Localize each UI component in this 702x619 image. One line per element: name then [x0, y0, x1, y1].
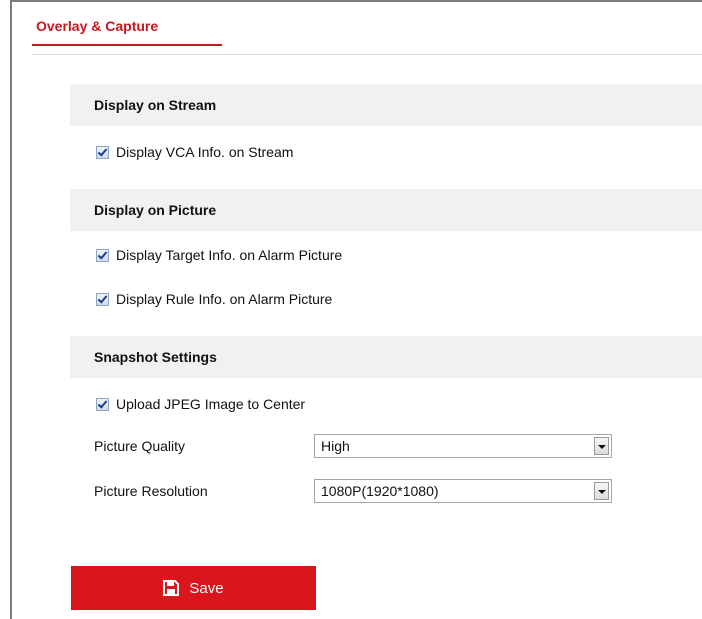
upload-jpeg-label: Upload JPEG Image to Center: [116, 396, 306, 412]
picture-quality-select[interactable]: High: [314, 434, 612, 458]
display-vca-info-checkbox-row[interactable]: Display VCA Info. on Stream: [96, 143, 293, 161]
section-header-display-on-stream: Display on Stream: [70, 84, 702, 126]
display-target-info-checkbox[interactable]: [96, 248, 109, 262]
frame-left-border: [10, 0, 12, 619]
save-button[interactable]: Save: [71, 566, 316, 610]
picture-resolution-label: Picture Resolution: [94, 483, 208, 499]
save-label: Save: [189, 579, 224, 597]
tab-overlay-capture[interactable]: Overlay & Capture: [36, 18, 158, 34]
display-rule-info-checkbox[interactable]: [96, 292, 109, 306]
section-header-display-on-picture: Display on Picture: [70, 189, 702, 231]
picture-resolution-value: 1080P(1920*1080): [321, 483, 439, 499]
display-vca-info-label: Display VCA Info. on Stream: [116, 144, 294, 160]
save-icon: [163, 580, 180, 596]
display-vca-info-checkbox[interactable]: [96, 145, 109, 159]
frame-top-border: [10, 0, 702, 2]
display-rule-info-checkbox-row[interactable]: Display Rule Info. on Alarm Picture: [96, 290, 332, 308]
tab-active-underline: [32, 44, 222, 46]
display-rule-info-label: Display Rule Info. on Alarm Picture: [116, 291, 333, 307]
section-header-snapshot-settings: Snapshot Settings: [70, 336, 702, 378]
picture-quality-label: Picture Quality: [94, 438, 186, 454]
display-target-info-checkbox-row[interactable]: Display Target Info. on Alarm Picture: [96, 246, 342, 264]
picture-quality-value: High: [321, 438, 350, 454]
chevron-down-icon[interactable]: [594, 482, 609, 500]
tab-divider: [32, 54, 702, 55]
display-target-info-label: Display Target Info. on Alarm Picture: [116, 247, 343, 263]
upload-jpeg-checkbox[interactable]: [96, 397, 109, 411]
picture-resolution-select[interactable]: 1080P(1920*1080): [314, 479, 612, 503]
upload-jpeg-checkbox-row[interactable]: Upload JPEG Image to Center: [96, 395, 305, 413]
chevron-down-icon[interactable]: [594, 437, 609, 455]
